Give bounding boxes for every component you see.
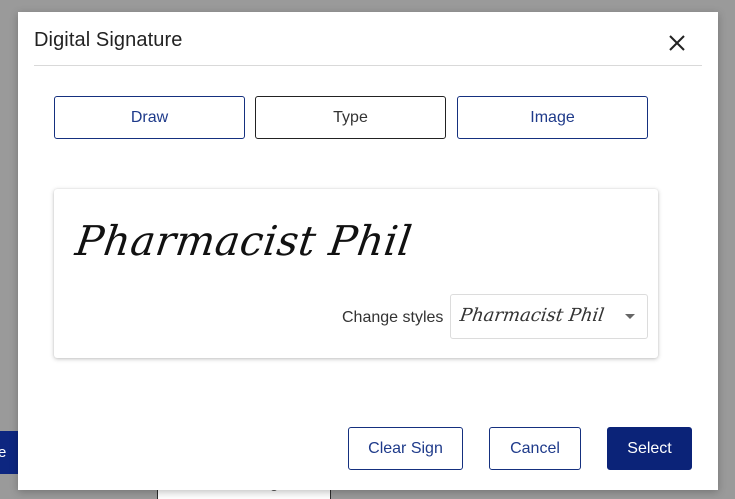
digital-signature-dialog: Digital Signature Draw Type Image Pharma… [18, 12, 718, 490]
clear-sign-button[interactable]: Clear Sign [348, 427, 463, 470]
title-divider [34, 65, 702, 66]
signature-style-select[interactable]: Pharmacist Phil [450, 294, 648, 339]
cancel-button[interactable]: Cancel [489, 427, 581, 470]
caret-down-icon [625, 314, 635, 319]
change-styles-label: Change styles [342, 309, 444, 326]
draw-tab-button[interactable]: Draw [54, 96, 245, 139]
type-tab-button[interactable]: Type [255, 96, 446, 139]
selected-style-value: Pharmacist Phil [458, 305, 606, 326]
select-button[interactable]: Select [607, 427, 692, 470]
dialog-title: Digital Signature [34, 29, 183, 51]
close-button[interactable] [666, 32, 688, 54]
signature-card: Pharmacist Phil Change styles Pharmacist… [54, 189, 658, 358]
signature-preview: Pharmacist Phil [72, 217, 416, 265]
background-button: e [0, 431, 20, 474]
image-tab-button[interactable]: Image [457, 96, 648, 139]
close-icon [669, 35, 685, 51]
